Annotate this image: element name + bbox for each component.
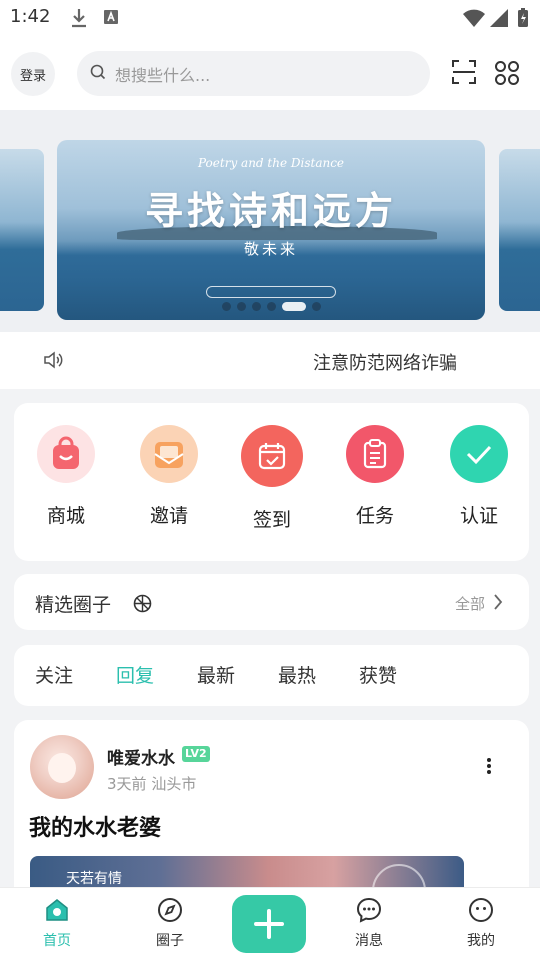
apps-icon[interactable]	[494, 60, 520, 86]
level-badge: LV2	[182, 746, 210, 762]
banner-next-card[interactable]	[499, 149, 540, 311]
pagination-dot[interactable]	[222, 302, 231, 311]
quick-action-verify[interactable]: 认证	[439, 425, 519, 528]
post-location: 汕头市	[151, 775, 197, 793]
quick-action-invite[interactable]: 邀请	[129, 425, 209, 528]
avatar-face	[48, 753, 76, 783]
aperture-icon	[133, 594, 152, 613]
nav-home[interactable]: 首页	[27, 896, 87, 950]
more-vertical-icon[interactable]	[486, 757, 492, 775]
scan-icon[interactable]	[452, 60, 476, 84]
nav-label: 圈子	[156, 933, 184, 949]
quick-action-label: 认证	[459, 505, 498, 527]
featured-circles-title: 精选圈子	[35, 594, 112, 616]
shopping-bag-icon	[37, 425, 95, 483]
search-bar[interactable]: 想搜些什么...	[77, 51, 430, 96]
notice-text: 注意防范网络诈骗	[313, 353, 457, 374]
speaker-icon	[44, 351, 63, 369]
banner-script-text: Poetry and the Distance	[197, 156, 345, 170]
banner-pill-decoration	[206, 286, 336, 298]
wifi-icon	[463, 9, 485, 27]
tab-hottest[interactable]: 最热	[278, 661, 316, 688]
home-icon	[46, 899, 68, 921]
post-time: 3天前	[107, 775, 147, 793]
post-meta: 3天前 汕头市	[107, 773, 196, 794]
banner-title: 寻找诗和远方	[144, 188, 397, 233]
nav-messages[interactable]: 消息	[339, 896, 399, 950]
post-title: 我的水水老婆	[29, 816, 162, 841]
nav-profile[interactable]: 我的	[451, 896, 511, 950]
checkmark-icon	[450, 425, 508, 483]
banner-subtitle: 敬未来	[243, 240, 298, 258]
nav-circles[interactable]: 圈子	[140, 896, 200, 950]
signal-icon	[490, 9, 508, 27]
tab-replies[interactable]: 回复	[116, 661, 154, 688]
clipboard-icon	[346, 425, 404, 483]
top-bar: 登录 想搜些什么...	[0, 36, 540, 110]
download-icon	[72, 9, 86, 28]
status-time: 1:42	[10, 6, 51, 27]
quick-action-tasks[interactable]: 任务	[335, 425, 415, 528]
avatar[interactable]	[30, 735, 94, 799]
quick-action-checkin[interactable]: 签到	[232, 425, 312, 532]
pagination-dot[interactable]	[252, 302, 261, 311]
chevron-right-icon[interactable]	[493, 593, 503, 611]
featured-circles-card[interactable]: 精选圈子 全部	[14, 574, 529, 630]
pagination-dot[interactable]	[267, 302, 276, 311]
compass-icon	[158, 898, 182, 922]
post-username[interactable]: 唯爱水水	[107, 744, 175, 769]
tab-latest[interactable]: 最新	[197, 661, 235, 688]
nav-label: 首页	[43, 933, 71, 949]
calendar-check-icon	[241, 425, 303, 487]
plus-icon	[254, 909, 284, 939]
quick-action-label: 邀请	[149, 505, 188, 527]
notice-bar[interactable]: 注意防范网络诈骗	[0, 332, 540, 389]
battery-icon	[518, 8, 528, 27]
pagination-dot[interactable]	[312, 302, 321, 311]
bottom-navigation: 首页 圈子 消息 我的	[0, 887, 540, 960]
banner-carousel[interactable]: Poetry and the Distance 寻找诗和远方 敬未来	[0, 110, 540, 332]
tab-following[interactable]: 关注	[35, 661, 73, 688]
quick-actions-card: 商城 邀请 签到 任务 认证	[14, 403, 529, 561]
search-icon	[90, 64, 106, 80]
pagination-dot-active[interactable]	[282, 302, 306, 311]
profile-face-icon	[469, 898, 493, 922]
tab-liked[interactable]: 获赞	[359, 661, 397, 688]
banner-prev-card[interactable]	[0, 149, 44, 311]
a-notification-icon	[104, 10, 118, 24]
nav-label: 消息	[355, 933, 383, 949]
post-image-caption: 天若有情	[66, 871, 122, 887]
search-placeholder: 想搜些什么...	[115, 66, 211, 85]
quick-action-label: 任务	[355, 505, 394, 527]
view-all-link[interactable]: 全部	[455, 593, 485, 614]
quick-action-label: 商城	[46, 505, 85, 527]
feed-tabs: 关注 回复 最新 最热 获赞	[14, 645, 529, 706]
publish-button[interactable]	[232, 895, 306, 953]
chat-icon	[356, 897, 382, 923]
banner-pagination	[222, 302, 321, 311]
quick-action-label: 签到	[252, 509, 291, 531]
login-button[interactable]: 登录	[11, 52, 55, 96]
nav-label: 我的	[467, 933, 495, 949]
status-bar: 1:42	[0, 0, 540, 36]
quick-action-mall[interactable]: 商城	[26, 425, 106, 528]
envelope-icon	[140, 425, 198, 483]
pagination-dot[interactable]	[237, 302, 246, 311]
banner-slide[interactable]: Poetry and the Distance 寻找诗和远方 敬未来	[57, 140, 485, 320]
